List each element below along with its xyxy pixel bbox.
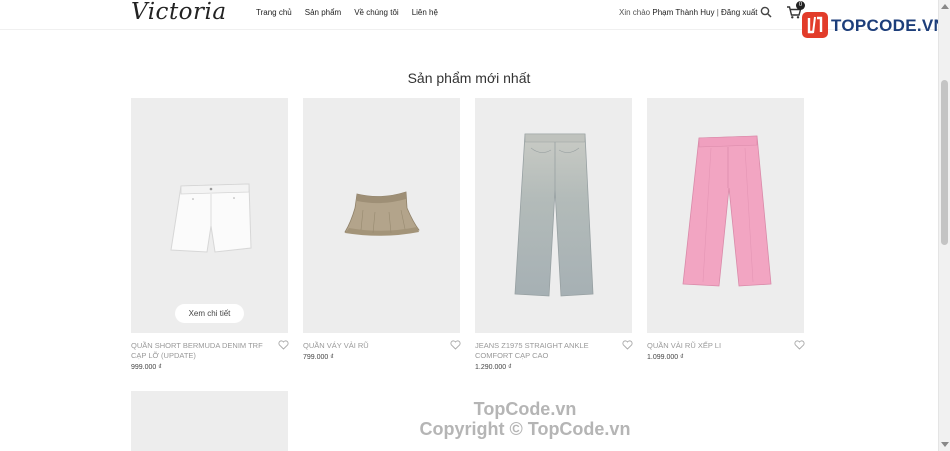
product-image[interactable] [647, 98, 804, 333]
search-icon[interactable] [760, 6, 772, 18]
greeting-prefix: Xin chào [619, 8, 651, 17]
section-title: Sản phẩm mới nhất [407, 70, 531, 86]
page-scrollbar[interactable] [938, 0, 950, 451]
heart-icon[interactable] [794, 340, 805, 350]
user-greeting: Xin chào Phạm Thành Huy | Đăng xuất [619, 8, 758, 17]
greeting-separator: | [716, 8, 719, 17]
product-name[interactable]: QUẦN SHORT BERMUDA DENIM TRF CẠP LỠ (UPD… [131, 341, 271, 361]
heart-icon[interactable] [622, 340, 633, 350]
scrollbar-thumb[interactable] [941, 80, 948, 245]
topcode-logo-text: TOPCODE.VN [831, 16, 947, 35]
scroll-up-arrow[interactable] [941, 4, 949, 9]
heart-icon[interactable] [450, 340, 461, 350]
product-price: 999.000 ₫ [131, 364, 162, 371]
product-name[interactable]: JEANS Z1975 STRAIGHT ANKLE COMFORT CẠP C… [475, 341, 615, 361]
product-price: 1.290.000 ₫ [475, 364, 512, 371]
cart-count-badge: 0 [796, 1, 805, 10]
site-logo[interactable]: Victoria [131, 0, 227, 25]
heart-icon[interactable] [278, 340, 289, 350]
product-name[interactable]: QUẦN VẢI RŨ XẾP LI [647, 341, 787, 351]
product-image[interactable] [475, 98, 632, 333]
nav-contact[interactable]: Liên hệ [412, 8, 438, 17]
nav-products[interactable]: Sản phẩm [305, 8, 341, 17]
topcode-logo: TOPCODE.VN [802, 11, 946, 41]
view-details-button[interactable]: Xem chi tiết [175, 304, 244, 323]
topcode-logo-mark [802, 12, 828, 38]
site-header: Victoria Trang chủ Sản phẩm Về chúng tôi… [0, 0, 938, 30]
product-image[interactable]: Xem chi tiết [131, 98, 288, 333]
product-price: 799.000 ₫ [303, 354, 334, 361]
product-card[interactable]: Xem chi tiết QUẦN SHORT BERMUDA DENIM TR… [131, 98, 289, 371]
user-name[interactable]: Phạm Thành Huy [652, 8, 714, 17]
nav-about[interactable]: Về chúng tôi [354, 8, 398, 17]
product-name[interactable]: QUẦN VÁY VẢI RŨ [303, 341, 443, 351]
scroll-down-arrow[interactable] [941, 442, 949, 447]
product-card[interactable]: QUẦN VÁY VẢI RŨ 799.000 ₫ [303, 98, 461, 361]
logout-link[interactable]: Đăng xuất [721, 8, 757, 17]
product-price: 1.099.000 ₫ [647, 354, 684, 361]
product-card[interactable]: JEANS Z1975 STRAIGHT ANKLE COMFORT CẠP C… [475, 98, 633, 371]
main-nav: Trang chủ Sản phẩm Về chúng tôi Liên hệ [256, 8, 438, 17]
product-image[interactable] [303, 98, 460, 333]
watermark-copyright: Copyright © TopCode.vn [419, 419, 631, 439]
nav-home[interactable]: Trang chủ [256, 8, 292, 17]
watermark-site: TopCode.vn [473, 399, 577, 419]
product-card[interactable]: QUẦN VẢI RŨ XẾP LI 1.099.000 ₫ [647, 98, 805, 361]
